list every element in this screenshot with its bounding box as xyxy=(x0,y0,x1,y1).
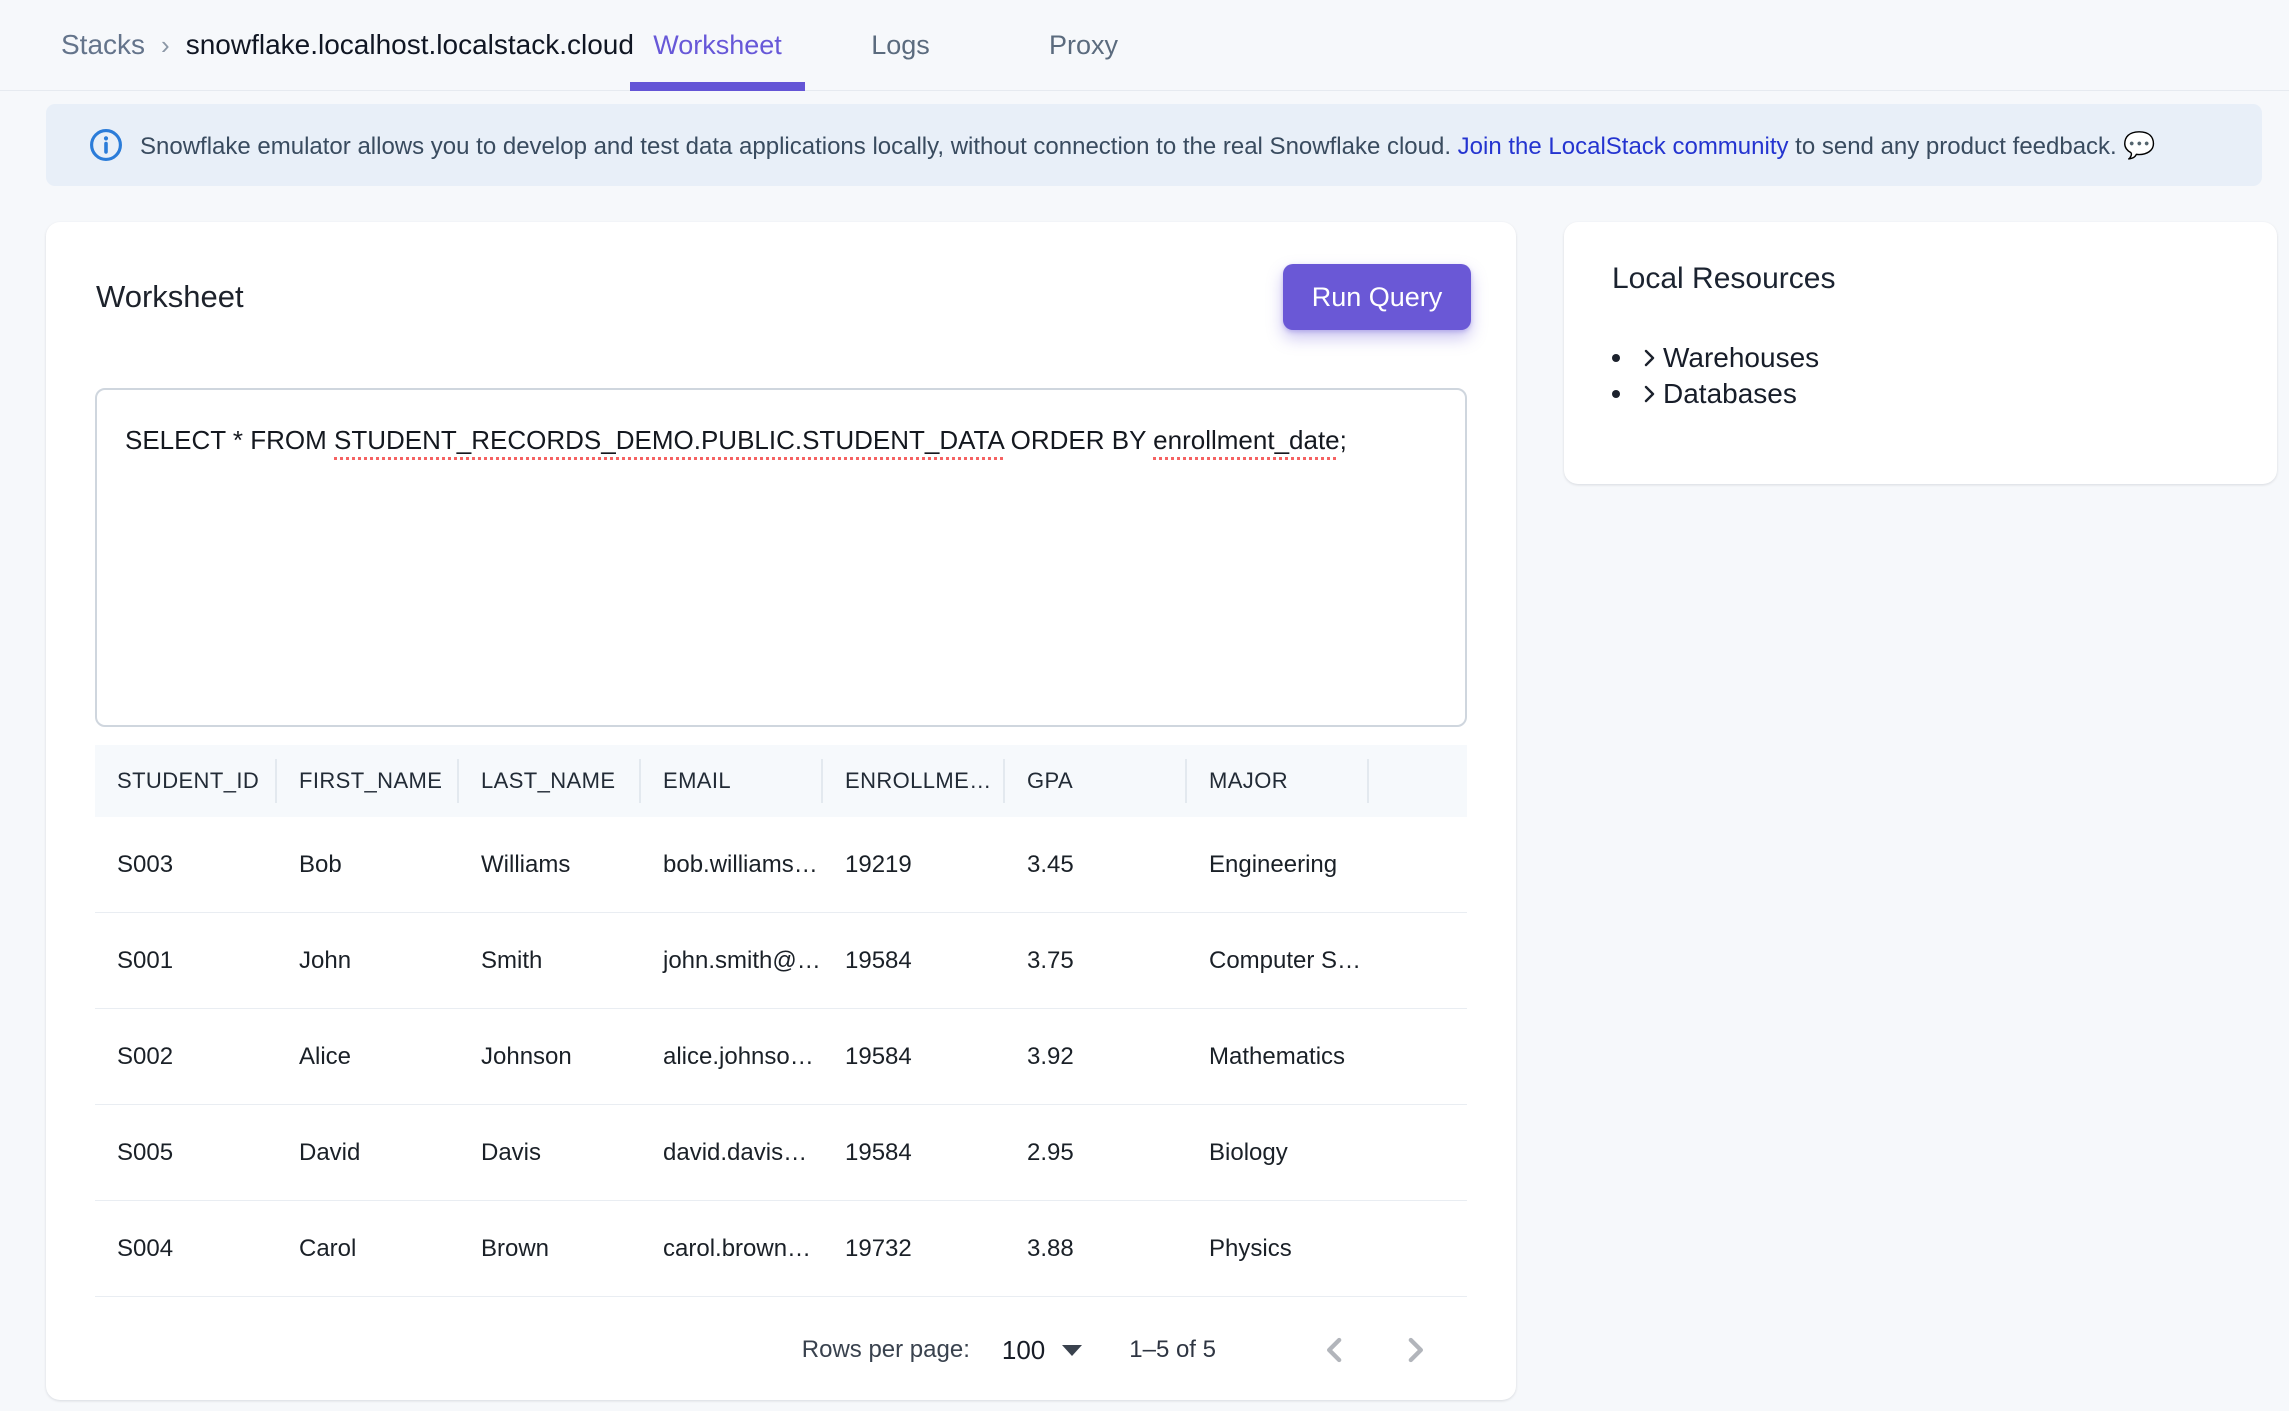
cell-last-name: Davis xyxy=(459,1139,641,1167)
cell-enrollment-date: 19584 xyxy=(823,1043,1005,1071)
column-header-first-name[interactable]: FIRST_NAME xyxy=(277,759,459,803)
chevron-left-icon xyxy=(1315,1330,1355,1370)
cell-email: john.smith@… xyxy=(641,947,823,975)
pagination-range-label: 1–5 of 5 xyxy=(1129,1336,1216,1364)
rows-per-page-value: 100 xyxy=(1002,1335,1045,1366)
cell-last-name: Johnson xyxy=(459,1043,641,1071)
cell-last-name: Brown xyxy=(459,1235,641,1263)
community-link[interactable]: Join the LocalStack community xyxy=(1458,133,1789,160)
cell-first-name: John xyxy=(277,947,459,975)
column-header-enrollment-date[interactable]: ENROLLME… xyxy=(823,759,1005,803)
cell-enrollment-date: 19584 xyxy=(823,1139,1005,1167)
column-header-email[interactable]: EMAIL xyxy=(641,759,823,803)
cell-gpa: 3.75 xyxy=(1005,947,1187,975)
table-row[interactable]: S004 Carol Brown carol.brown… 19732 3.88… xyxy=(95,1201,1467,1297)
tab-bar: Worksheet Logs Proxy xyxy=(626,0,1175,90)
resource-item-databases[interactable]: Databases xyxy=(1612,376,2237,412)
cell-major: Physics xyxy=(1187,1235,1369,1263)
cell-major: Engineering xyxy=(1187,851,1369,879)
cell-email: bob.williams… xyxy=(641,851,823,879)
column-header-student-id[interactable]: STUDENT_ID xyxy=(95,759,277,803)
cell-last-name: Smith xyxy=(459,947,641,975)
local-resources-panel: Local Resources Warehouses Databases xyxy=(1564,222,2277,484)
table-row[interactable]: S003 Bob Williams bob.williams… 19219 3.… xyxy=(95,817,1467,913)
cell-email: david.davis… xyxy=(641,1139,823,1167)
cell-enrollment-date: 19584 xyxy=(823,947,1005,975)
column-header-last-name[interactable]: LAST_NAME xyxy=(459,759,641,803)
chevron-right-icon xyxy=(1395,1330,1435,1370)
cell-student-id: S002 xyxy=(95,1043,277,1071)
tab-logs[interactable]: Logs xyxy=(809,0,992,90)
table-pagination: Rows per page: 100 1–5 of 5 xyxy=(95,1297,1467,1403)
resource-item-warehouses[interactable]: Warehouses xyxy=(1612,340,2237,376)
cell-gpa: 2.95 xyxy=(1005,1139,1187,1167)
cell-first-name: Bob xyxy=(277,851,459,879)
cell-first-name: David xyxy=(277,1139,459,1167)
banner-text-before: Snowflake emulator allows you to develop… xyxy=(140,133,1458,160)
column-header-spare xyxy=(1369,759,1467,803)
table-row[interactable]: S005 David Davis david.davis… 19584 2.95… xyxy=(95,1105,1467,1201)
table-row[interactable]: S002 Alice Johnson alice.johnso… 19584 3… xyxy=(95,1009,1467,1105)
cell-student-id: S004 xyxy=(95,1235,277,1263)
chevron-right-icon xyxy=(1637,382,1661,406)
worksheet-panel: Worksheet Run Query SELECT * FROM STUDEN… xyxy=(46,222,1516,1400)
sql-order-column: enrollment_date xyxy=(1153,425,1339,455)
cell-gpa: 3.45 xyxy=(1005,851,1187,879)
info-icon xyxy=(88,127,124,163)
cell-gpa: 3.88 xyxy=(1005,1235,1187,1263)
cell-email: carol.brown… xyxy=(641,1235,823,1263)
top-nav: Stacks › snowflake.localhost.localstack.… xyxy=(0,0,2289,91)
cell-major: Computer S… xyxy=(1187,947,1369,975)
sql-text-part3: ; xyxy=(1340,425,1347,455)
tab-proxy[interactable]: Proxy xyxy=(992,0,1175,90)
cell-last-name: Williams xyxy=(459,851,641,879)
column-header-major[interactable]: MAJOR xyxy=(1187,759,1369,803)
next-page-button[interactable] xyxy=(1391,1326,1439,1374)
breadcrumb-stacks-link[interactable]: Stacks xyxy=(61,29,145,61)
sql-text-part2: ORDER BY xyxy=(1003,425,1153,455)
rows-per-page-select[interactable]: 100 xyxy=(1002,1335,1083,1366)
worksheet-title: Worksheet xyxy=(96,279,244,315)
previous-page-button[interactable] xyxy=(1311,1326,1359,1374)
cell-student-id: S005 xyxy=(95,1139,277,1167)
local-resources-list: Warehouses Databases xyxy=(1612,340,2237,412)
page: Stacks › snowflake.localhost.localstack.… xyxy=(0,0,2289,1411)
cell-student-id: S001 xyxy=(95,947,277,975)
sql-table-ref: STUDENT_RECORDS_DEMO.PUBLIC.STUDENT_DATA xyxy=(334,425,1003,455)
info-banner: Snowflake emulator allows you to develop… xyxy=(46,104,2262,186)
sql-editor[interactable]: SELECT * FROM STUDENT_RECORDS_DEMO.PUBLI… xyxy=(95,388,1467,727)
worksheet-header: Worksheet Run Query xyxy=(96,264,1471,330)
column-header-gpa[interactable]: GPA xyxy=(1005,759,1187,803)
banner-text-after: to send any product feedback. xyxy=(1789,133,2124,160)
cell-enrollment-date: 19732 xyxy=(823,1235,1005,1263)
cell-first-name: Alice xyxy=(277,1043,459,1071)
table-header-row: STUDENT_ID FIRST_NAME LAST_NAME EMAIL EN… xyxy=(95,745,1467,817)
local-resources-title: Local Resources xyxy=(1612,262,1835,296)
rows-per-page-label: Rows per page: xyxy=(802,1336,970,1364)
run-query-button[interactable]: Run Query xyxy=(1283,264,1471,330)
results-table: STUDENT_ID FIRST_NAME LAST_NAME EMAIL EN… xyxy=(95,745,1467,1403)
resource-item-label: Warehouses xyxy=(1663,342,1819,374)
table-row[interactable]: S001 John Smith john.smith@… 19584 3.75 … xyxy=(95,913,1467,1009)
cell-student-id: S003 xyxy=(95,851,277,879)
cell-gpa: 3.92 xyxy=(1005,1043,1187,1071)
dropdown-caret-icon xyxy=(1061,1344,1083,1357)
banner-text: Snowflake emulator allows you to develop… xyxy=(140,130,2156,161)
cell-first-name: Carol xyxy=(277,1235,459,1263)
cell-email: alice.johnso… xyxy=(641,1043,823,1071)
speech-balloon-icon: 💬 xyxy=(2123,130,2155,160)
breadcrumb-current-stack: snowflake.localhost.localstack.cloud xyxy=(186,29,634,61)
cell-major: Biology xyxy=(1187,1139,1369,1167)
cell-major: Mathematics xyxy=(1187,1043,1369,1071)
breadcrumb-separator: › xyxy=(161,30,170,61)
resource-item-label: Databases xyxy=(1663,378,1797,410)
cell-enrollment-date: 19219 xyxy=(823,851,1005,879)
tab-worksheet[interactable]: Worksheet xyxy=(626,0,809,90)
sql-text-part1: SELECT * FROM xyxy=(125,425,334,455)
breadcrumb: Stacks › snowflake.localhost.localstack.… xyxy=(61,0,634,90)
chevron-right-icon xyxy=(1637,346,1661,370)
